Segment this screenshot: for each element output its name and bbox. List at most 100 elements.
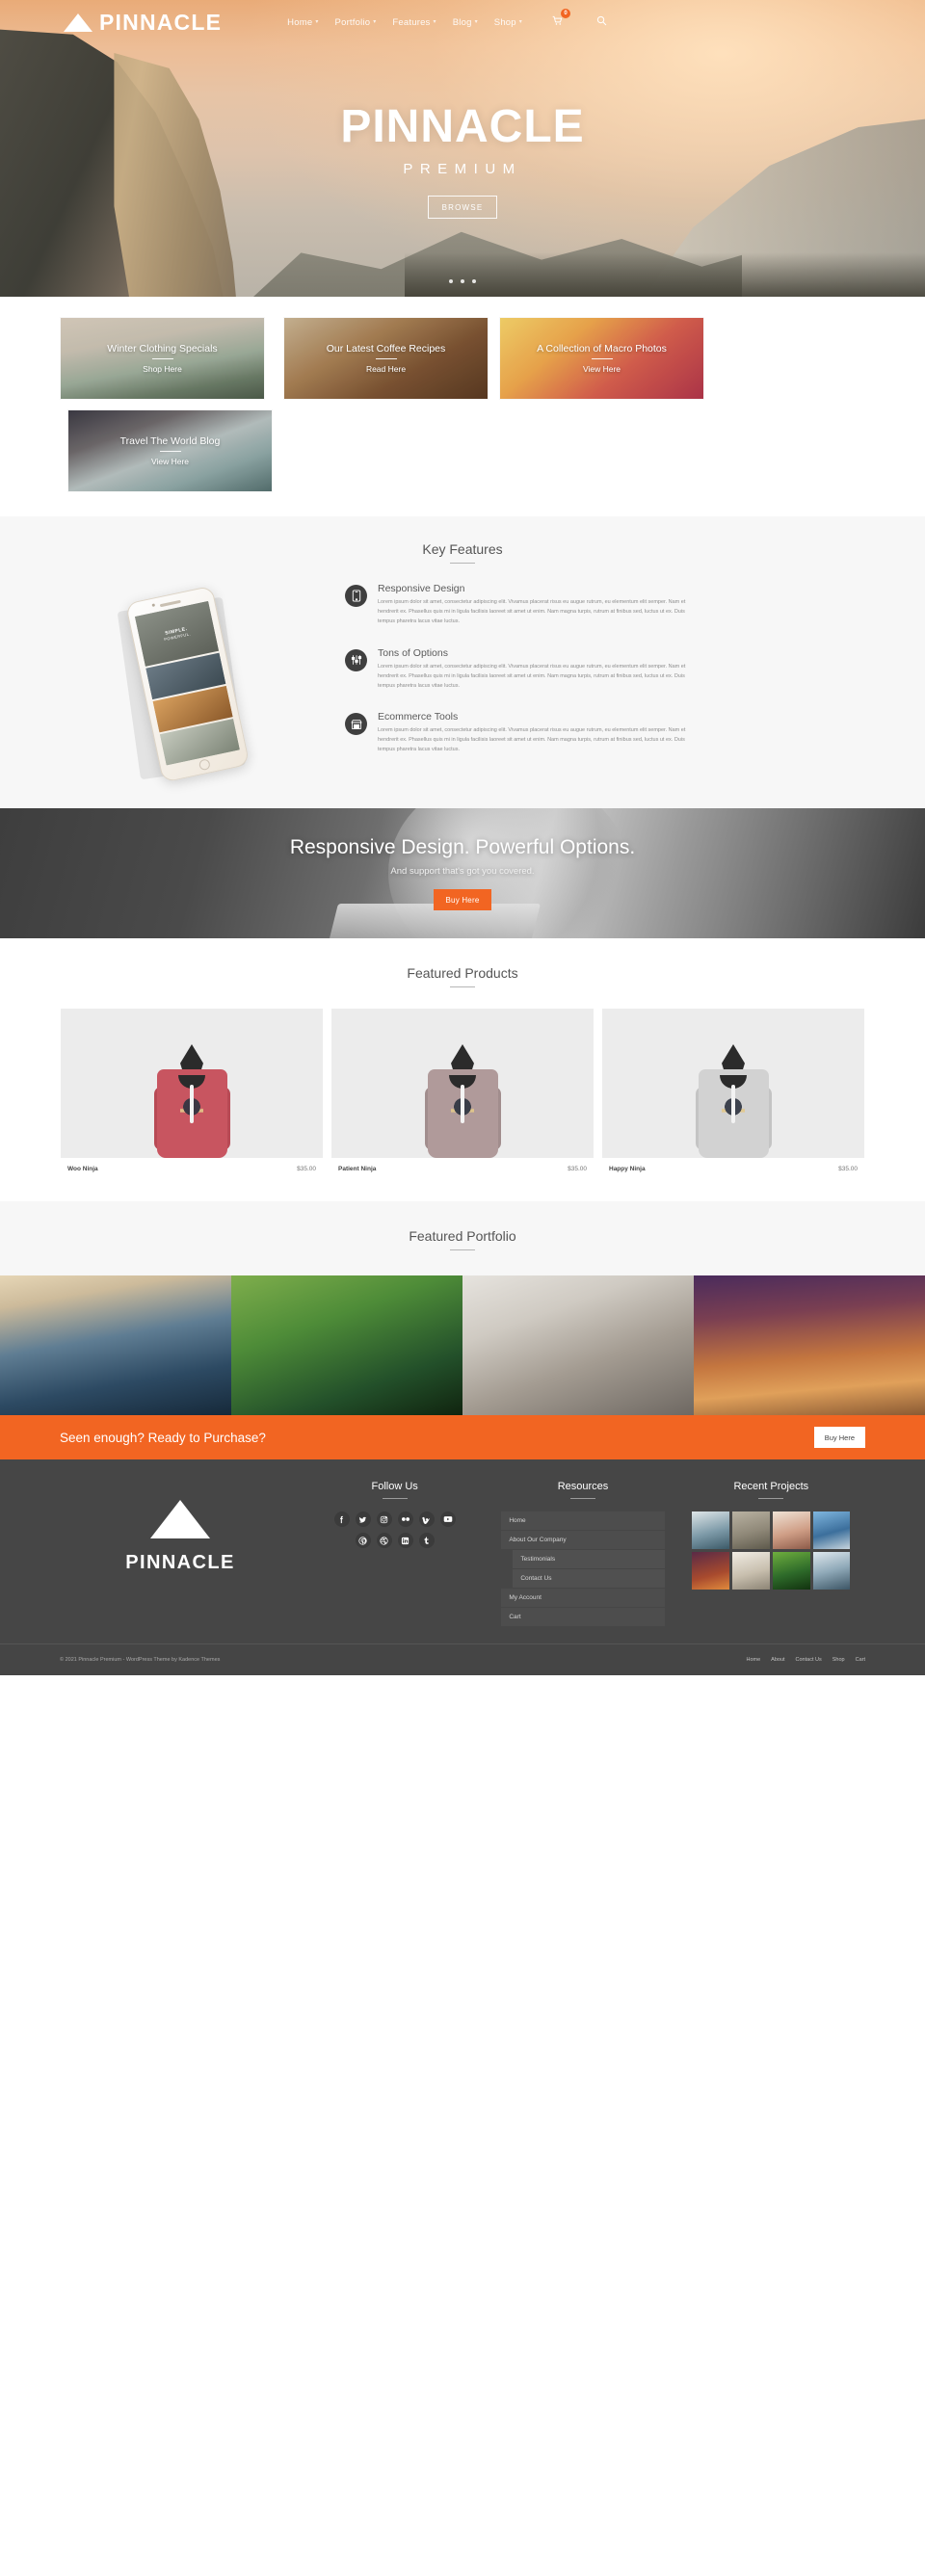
product-card[interactable]: Patient Ninja $35.00 <box>331 1009 594 1172</box>
product-name: Woo Ninja <box>67 1166 98 1172</box>
footer-nav-about[interactable]: About <box>771 1657 784 1663</box>
phone-camera-icon <box>151 603 156 607</box>
promo-divider <box>375 358 397 359</box>
promo-link[interactable]: View Here <box>583 364 621 374</box>
hoodie-drawstrings <box>731 1085 735 1123</box>
promo-divider <box>159 451 181 452</box>
nav-label: Features <box>392 16 431 28</box>
chevron-down-icon: ▾ <box>433 19 436 25</box>
dribbble-icon[interactable] <box>376 1533 392 1548</box>
feature-list: Responsive Design Lorem ipsum dolor sit … <box>337 583 867 775</box>
footer-brand: PINNACLE <box>60 1481 301 1626</box>
nav-item-home[interactable]: Home ▾ <box>287 17 318 28</box>
slider-dot-1[interactable] <box>448 279 453 283</box>
product-image <box>331 1009 594 1158</box>
slider-dot-3[interactable] <box>472 279 477 283</box>
portfolio-item-city-skyline[interactable] <box>0 1275 231 1415</box>
feature-title: Ecommerce Tools <box>378 711 459 723</box>
chevron-down-icon: ▾ <box>373 19 377 25</box>
promo-title: Winter Clothing Specials <box>107 343 218 355</box>
site-logo[interactable]: PINNACLE <box>64 10 222 36</box>
hero-title: PINNACLE <box>340 101 585 152</box>
footer-nav-cart[interactable]: Cart <box>856 1657 865 1663</box>
primary-nav: Home ▾ Portfolio ▾ Features ▾ Blog ▾ Sho… <box>287 9 607 31</box>
nav-item-portfolio[interactable]: Portfolio ▾ <box>335 17 377 28</box>
feature-item-tons-of-options: Tons of Options Lorem ipsum dolor sit am… <box>345 647 867 692</box>
search-button[interactable] <box>596 13 607 31</box>
project-thumb-laptop-desk[interactable] <box>732 1552 770 1590</box>
product-card[interactable]: Woo Ninja $35.00 <box>61 1009 323 1172</box>
flickr-icon[interactable] <box>397 1511 413 1527</box>
promo-link[interactable]: Read Here <box>366 364 406 374</box>
promo-link[interactable]: View Here <box>151 457 189 466</box>
portfolio-item-green-leaves[interactable] <box>231 1275 462 1415</box>
promo-overlay: Winter Clothing Specials Shop Here <box>61 318 264 399</box>
section-title: Key Features <box>422 541 503 557</box>
footer-nav-home[interactable]: Home <box>746 1657 760 1663</box>
project-thumb-interior-shelf[interactable] <box>772 1511 810 1549</box>
twitter-icon[interactable] <box>355 1511 371 1527</box>
chevron-down-icon: ▾ <box>474 19 478 25</box>
nav-item-features[interactable]: Features ▾ <box>392 17 436 28</box>
portfolio-grid <box>0 1275 925 1415</box>
vimeo-icon[interactable] <box>418 1511 435 1527</box>
nav-label: Shop <box>493 16 516 28</box>
phone-mockup: SIMPLE. POWERFUL. <box>117 581 270 788</box>
linkedin-icon[interactable] <box>397 1533 413 1548</box>
promo-card-winter-clothing[interactable]: Winter Clothing Specials Shop Here <box>61 318 264 399</box>
product-card[interactable]: Happy Ninja $35.00 <box>602 1009 864 1172</box>
youtube-icon[interactable] <box>439 1511 456 1527</box>
feature-text-block: Ecommerce Tools Lorem ipsum dolor sit am… <box>378 711 696 755</box>
hero-browse-button[interactable]: BROWSE <box>427 196 498 219</box>
featured-products-section: Featured Products Woo Ninja $35.00 Patie… <box>0 938 925 1201</box>
footer-nav-contact-us[interactable]: Contact Us <box>796 1657 822 1663</box>
resources-item-contact-us[interactable]: Contact Us <box>513 1569 665 1588</box>
resources-item-home[interactable]: Home <box>501 1511 665 1530</box>
nav-item-blog[interactable]: Blog ▾ <box>453 17 478 28</box>
section-header: Featured Portfolio <box>0 1228 925 1250</box>
section-header: Key Features <box>0 541 925 564</box>
product-price: $35.00 <box>838 1166 858 1172</box>
promo-title: Travel The World Blog <box>119 435 221 447</box>
promo-card-travel-blog[interactable]: Travel The World Blog View Here <box>68 410 272 491</box>
resources-item-about-our-company[interactable]: About Our Company <box>501 1531 665 1549</box>
feature-item-ecommerce-tools: Ecommerce Tools Lorem ipsum dolor sit am… <box>345 711 867 755</box>
footer-nav-shop[interactable]: Shop <box>832 1657 845 1663</box>
chevron-down-icon: ▾ <box>518 19 522 25</box>
section-divider <box>450 1249 475 1250</box>
cta-buy-button[interactable]: Buy Here <box>433 889 492 910</box>
facebook-icon[interactable] <box>333 1511 350 1527</box>
pinterest-icon[interactable] <box>355 1533 371 1548</box>
nav-item-shop[interactable]: Shop ▾ <box>494 17 522 28</box>
promo-overlay: Our Latest Coffee Recipes Read Here <box>284 318 488 399</box>
promo-divider <box>151 358 173 359</box>
project-thumb-city-view[interactable] <box>812 1552 851 1590</box>
project-thumb-beach-rocks[interactable] <box>692 1511 730 1549</box>
promo-link[interactable]: Shop Here <box>143 364 182 374</box>
resources-item-my-account[interactable]: My Account <box>501 1589 665 1607</box>
project-thumb-snow-mountains[interactable] <box>812 1511 851 1549</box>
site-footer: PINNACLE Follow Us Resources Home About … <box>0 1459 925 1643</box>
recent-projects-grid <box>692 1511 851 1590</box>
section-title: Featured Products <box>407 965 518 981</box>
portfolio-item-laptop-desk[interactable] <box>462 1275 694 1415</box>
nav-label: Portfolio <box>334 16 371 28</box>
project-thumb-desert-sunset[interactable] <box>692 1552 730 1590</box>
resources-item-testimonials[interactable]: Testimonials <box>513 1550 665 1568</box>
resources-item-cart[interactable]: Cart <box>501 1608 665 1626</box>
features-body: SIMPLE. POWERFUL. Responsive Design Lore… <box>0 583 925 783</box>
purchase-buy-button[interactable]: Buy Here <box>813 1427 865 1448</box>
portfolio-item-desert-dunes[interactable] <box>694 1275 925 1415</box>
slider-dot-2[interactable] <box>461 279 464 283</box>
tumblr-icon[interactable] <box>418 1533 435 1548</box>
social-row-1 <box>333 1511 456 1527</box>
mountain-logo-icon <box>150 1500 210 1543</box>
nav-label: Home <box>287 16 313 28</box>
promo-card-macro-photos[interactable]: A Collection of Macro Photos View Here <box>500 318 703 399</box>
instagram-icon[interactable] <box>376 1511 392 1527</box>
cart-button[interactable]: 0 <box>552 9 570 31</box>
feature-description: Lorem ipsum dolor sit amet, consectetur … <box>378 727 686 753</box>
project-thumb-green-plant[interactable] <box>772 1552 810 1590</box>
project-thumb-stone-wall[interactable] <box>732 1511 770 1549</box>
promo-card-coffee-recipes[interactable]: Our Latest Coffee Recipes Read Here <box>284 318 488 399</box>
